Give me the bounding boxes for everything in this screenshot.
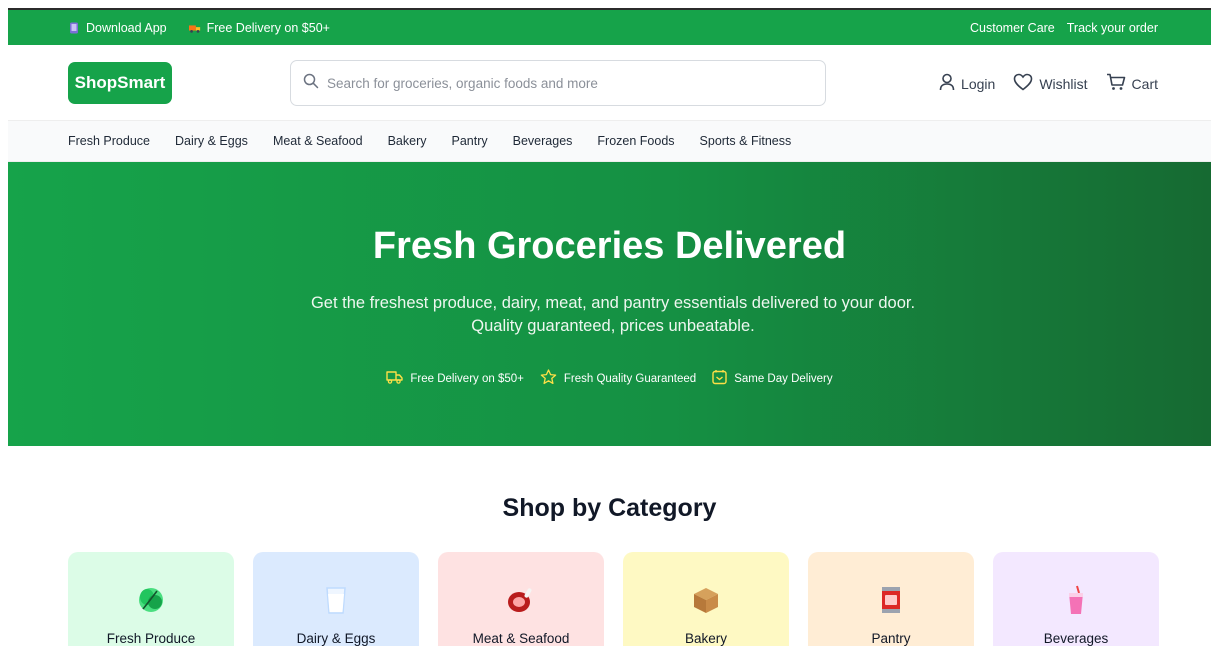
nav-beverages[interactable]: Beverages [513, 134, 573, 148]
canned-food-icon [808, 585, 974, 615]
wishlist-button[interactable]: Wishlist [1013, 73, 1088, 94]
download-app-link[interactable]: Download App [68, 21, 167, 35]
category-card-dairy-eggs[interactable]: Dairy & Eggs [253, 552, 419, 646]
category-label: Dairy & Eggs [296, 631, 376, 646]
delivery-truck-icon [188, 22, 201, 34]
category-label: Fresh Produce [106, 631, 196, 646]
category-label: Bakery [684, 631, 728, 646]
download-app-label: Download App [86, 20, 167, 35]
customer-care-link[interactable]: Customer Care [970, 21, 1055, 35]
cart-label: Cart [1131, 75, 1158, 92]
category-card-beverages[interactable]: Beverages [993, 552, 1159, 646]
search-icon [303, 73, 319, 94]
category-label: Meat & Seafood [472, 631, 570, 646]
hero-title: Fresh Groceries Delivered [372, 225, 847, 267]
feature-same-day-label: Same Day Delivery [734, 372, 833, 385]
feature-fresh-quality: Fresh Quality Guaranteed [540, 369, 696, 388]
free-delivery-label: Free Delivery on $50+ [206, 20, 330, 35]
nav-meat-seafood[interactable]: Meat & Seafood [273, 134, 363, 148]
hero-subtitle: Get the freshest produce, dairy, meat, a… [310, 294, 916, 335]
wishlist-label: Wishlist [1039, 75, 1088, 92]
free-delivery-notice: Free Delivery on $50+ [188, 20, 330, 35]
category-card-pantry[interactable]: Pantry [808, 552, 974, 646]
user-icon [939, 73, 955, 94]
phone-icon [68, 22, 80, 34]
category-card-bakery[interactable]: Bakery [623, 552, 789, 646]
cup-with-straw-icon [993, 585, 1159, 615]
meat-icon [438, 585, 604, 615]
bread-box-icon [623, 585, 789, 615]
hero-banner: Fresh Groceries Delivered Get the freshe… [8, 162, 1211, 446]
star-icon [540, 369, 557, 388]
cart-icon [1106, 73, 1126, 94]
nav-fresh-produce[interactable]: Fresh Produce [68, 134, 150, 148]
category-nav: Fresh Produce Dairy & Eggs Meat & Seafoo… [8, 121, 1211, 162]
feature-same-day: Same Day Delivery [712, 369, 833, 388]
truck-icon [386, 370, 404, 387]
category-card-fresh-produce[interactable]: Fresh Produce [68, 552, 234, 646]
nav-pantry[interactable]: Pantry [452, 134, 488, 148]
leafy-greens-icon [68, 585, 234, 615]
shopsmart-logo[interactable]: ShopSmart [68, 62, 172, 104]
category-label: Pantry [871, 631, 911, 646]
nav-dairy-eggs[interactable]: Dairy & Eggs [175, 134, 248, 148]
site-header: ShopSmart Login Wishlist Cart [8, 45, 1211, 121]
feature-free-delivery-label: Free Delivery on $50+ [410, 372, 524, 385]
hero-features: Free Delivery on $50+ Fresh Quality Guar… [8, 369, 1211, 388]
calendar-icon [712, 369, 727, 388]
feature-fresh-quality-label: Fresh Quality Guaranteed [563, 372, 697, 385]
search-input[interactable] [327, 75, 807, 91]
login-button[interactable]: Login [939, 73, 995, 94]
shop-by-category-title: Shop by Category [502, 494, 717, 522]
top-promo-bar: Download App Free Delivery on $50+ Custo… [8, 8, 1211, 45]
cart-button[interactable]: Cart [1106, 73, 1158, 94]
category-card-meat-seafood[interactable]: Meat & Seafood [438, 552, 604, 646]
milk-glass-icon [253, 585, 419, 615]
nav-bakery[interactable]: Bakery [388, 134, 427, 148]
login-label: Login [961, 75, 996, 92]
nav-sports-fitness[interactable]: Sports & Fitness [700, 134, 792, 148]
category-label: Beverages [1043, 631, 1109, 646]
search-bar[interactable] [290, 60, 826, 106]
category-cards: Fresh Produce Dairy & Eggs Meat & Seafoo… [68, 552, 1159, 646]
track-order-link[interactable]: Track your order [1067, 21, 1158, 35]
heart-icon [1013, 73, 1033, 94]
feature-free-delivery: Free Delivery on $50+ [386, 369, 524, 388]
nav-frozen-foods[interactable]: Frozen Foods [597, 134, 674, 148]
